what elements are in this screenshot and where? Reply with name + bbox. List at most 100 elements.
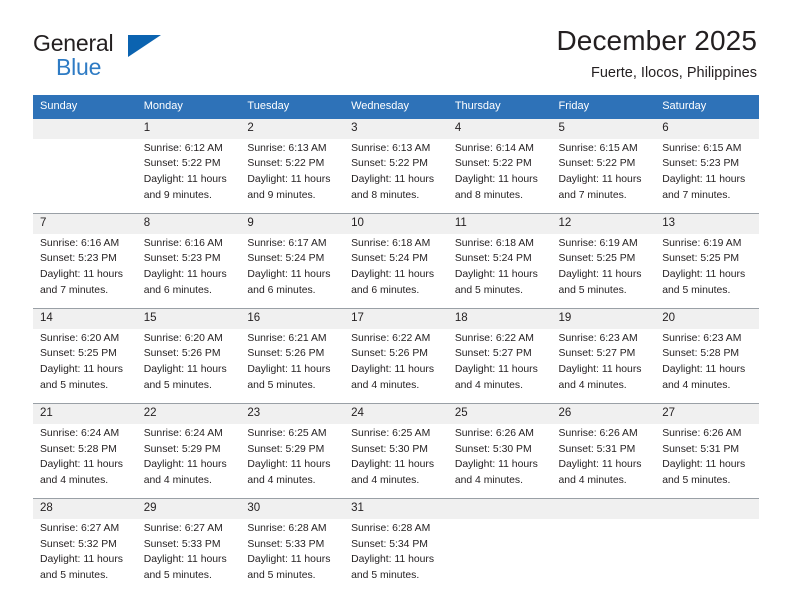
day-info-line: Sunset: 5:33 PM: [143, 538, 221, 550]
day-number[interactable]: 14: [33, 307, 137, 329]
week-detail-row: Sunrise: 6:20 AM Sunset: 5:25 PM Daylight:…: [33, 328, 759, 404]
day-number[interactable]: 26: [551, 402, 656, 424]
day-cell[interactable]: Sunrise: 6:26 AM Sunset: 5:31 PM Daylight:…: [551, 423, 656, 499]
day-cell[interactable]: Sunrise: 6:26 AM Sunset: 5:30 PM Daylight:…: [447, 423, 552, 499]
day-number[interactable]: 27: [655, 402, 759, 424]
day-info-line: Daylight: 11 hours: [351, 459, 435, 471]
day-number[interactable]: 8: [136, 212, 241, 234]
day-number[interactable]: 20: [655, 307, 759, 329]
day-cell[interactable]: Sunrise: 6:20 AM Sunset: 5:25 PM Daylight:…: [33, 328, 137, 404]
day-number[interactable]: 17: [344, 307, 448, 329]
day-number[interactable]: 31: [344, 497, 448, 519]
page-subtitle: Fuerte, Ilocos, Philippines: [590, 64, 757, 81]
day-number[interactable]: 3: [344, 118, 448, 139]
day-number[interactable]: 1: [136, 118, 241, 139]
day-cell[interactable]: Sunrise: 6:13 AM Sunset: 5:22 PM Daylight:…: [344, 138, 448, 214]
day-number[interactable]: 10: [344, 212, 448, 234]
day-info-line: Daylight: 11 hours: [247, 554, 331, 566]
day-info-line: and 4 minutes.: [662, 380, 731, 392]
day-info-line: Sunset: 5:30 PM: [351, 443, 428, 455]
day-number[interactable]: 29: [136, 497, 241, 519]
day-number[interactable]: 9: [240, 212, 345, 234]
day-cell[interactable]: Sunrise: 6:19 AM Sunset: 5:25 PM Daylight:…: [655, 233, 759, 309]
day-cell[interactable]: Sunrise: 6:25 AM Sunset: 5:29 PM Daylight:…: [240, 423, 345, 499]
day-number-empty: [33, 118, 137, 139]
day-cell[interactable]: Sunrise: 6:17 AM Sunset: 5:24 PM Daylight:…: [240, 233, 345, 309]
day-number[interactable]: 25: [447, 402, 552, 424]
day-cell[interactable]: Sunrise: 6:23 AM Sunset: 5:28 PM Daylight:…: [655, 328, 759, 404]
day-info-line: Daylight: 11 hours: [558, 459, 642, 471]
calendar-week: 7 8 9 10 11 12 13 Sunrise: 6:16 AM Sunset: 5:23 …: [33, 212, 759, 309]
day-number[interactable]: 28: [33, 497, 137, 519]
day-cell[interactable]: Sunrise: 6:16 AM Sunset: 5:23 PM Daylight:…: [136, 233, 241, 309]
day-info-line: Daylight: 11 hours: [351, 269, 435, 281]
day-info-line: Sunset: 5:28 PM: [40, 443, 117, 455]
week-detail-row: Sunrise: 6:24 AM Sunset: 5:28 PM Daylight:…: [33, 423, 759, 499]
day-number[interactable]: 13: [655, 212, 759, 234]
day-cell[interactable]: Sunrise: 6:24 AM Sunset: 5:28 PM Daylight:…: [33, 423, 137, 499]
day-number[interactable]: 11: [447, 212, 552, 234]
day-number-empty: [551, 497, 656, 519]
day-cell[interactable]: Sunrise: 6:20 AM Sunset: 5:26 PM Daylight:…: [136, 328, 241, 404]
day-cell[interactable]: Sunrise: 6:14 AM Sunset: 5:22 PM Daylight:…: [447, 138, 552, 214]
day-cell[interactable]: Sunrise: 6:13 AM Sunset: 5:22 PM Daylight:…: [240, 138, 345, 214]
day-number[interactable]: 4: [447, 118, 552, 139]
day-number[interactable]: 6: [655, 118, 759, 139]
day-number[interactable]: 18: [447, 307, 552, 329]
day-info-line: Daylight: 11 hours: [40, 269, 123, 281]
general-blue-logo[interactable]: General Blue: [33, 26, 183, 82]
day-number[interactable]: 19: [551, 307, 656, 329]
day-number[interactable]: 16: [240, 307, 345, 329]
day-number[interactable]: 5: [551, 118, 656, 139]
day-number[interactable]: 12: [551, 212, 656, 234]
day-info-line: Daylight: 11 hours: [351, 364, 435, 376]
day-info-line: and 6 minutes.: [143, 285, 212, 297]
weekday-header-friday: Friday: [551, 95, 656, 119]
day-info-line: Sunset: 5:25 PM: [662, 253, 740, 265]
day-cell[interactable]: Sunrise: 6:21 AM Sunset: 5:26 PM Daylight:…: [240, 328, 345, 404]
day-number[interactable]: 15: [136, 307, 241, 329]
day-info-line: Sunrise: 6:27 AM: [143, 522, 223, 534]
day-info-line: and 5 minutes.: [143, 570, 212, 582]
day-cell[interactable]: Sunrise: 6:27 AM Sunset: 5:33 PM Daylight:…: [136, 518, 241, 593]
weekday-header-monday: Monday: [136, 95, 241, 119]
day-number[interactable]: 2: [240, 118, 345, 139]
day-cell[interactable]: Sunrise: 6:25 AM Sunset: 5:30 PM Daylight:…: [344, 423, 448, 499]
weekday-header-sunday: Sunday: [33, 95, 137, 119]
day-info-line: Daylight: 11 hours: [143, 269, 227, 281]
day-cell[interactable]: Sunrise: 6:23 AM Sunset: 5:27 PM Daylight:…: [551, 328, 656, 404]
day-info-line: Sunrise: 6:26 AM: [558, 427, 638, 439]
day-cell[interactable]: Sunrise: 6:18 AM Sunset: 5:24 PM Daylight:…: [447, 233, 552, 309]
day-number[interactable]: 22: [136, 402, 241, 424]
day-cell[interactable]: Sunrise: 6:27 AM Sunset: 5:32 PM Daylight:…: [33, 518, 137, 593]
day-info-line: Sunset: 5:27 PM: [454, 348, 532, 360]
day-number[interactable]: 7: [33, 212, 137, 234]
day-cell[interactable]: Sunrise: 6:15 AM Sunset: 5:22 PM Daylight:…: [551, 138, 656, 214]
day-number[interactable]: 21: [33, 402, 137, 424]
day-cell[interactable]: Sunrise: 6:18 AM Sunset: 5:24 PM Daylight:…: [344, 233, 448, 309]
day-number[interactable]: 30: [240, 497, 345, 519]
day-cell[interactable]: Sunrise: 6:19 AM Sunset: 5:25 PM Daylight:…: [551, 233, 656, 309]
day-number[interactable]: 23: [240, 402, 345, 424]
day-cell[interactable]: Sunrise: 6:22 AM Sunset: 5:27 PM Daylight:…: [447, 328, 552, 404]
day-cell[interactable]: Sunrise: 6:12 AM Sunset: 5:22 PM Daylight:…: [136, 138, 241, 214]
weekday-header-saturday: Saturday: [655, 95, 759, 119]
day-number-empty: [447, 497, 552, 519]
day-info-line: Sunrise: 6:16 AM: [40, 237, 120, 249]
day-cell[interactable]: Sunrise: 6:28 AM Sunset: 5:33 PM Daylight:…: [240, 518, 345, 593]
day-cell[interactable]: Sunrise: 6:26 AM Sunset: 5:31 PM Daylight:…: [655, 423, 759, 499]
day-cell[interactable]: Sunrise: 6:22 AM Sunset: 5:26 PM Daylight:…: [344, 328, 448, 404]
day-number[interactable]: 24: [344, 402, 448, 424]
weekday-header-tuesday: Tuesday: [240, 95, 345, 119]
day-info-line: Daylight: 11 hours: [143, 459, 227, 471]
day-info-line: Sunrise: 6:24 AM: [40, 427, 120, 439]
day-cell[interactable]: Sunrise: 6:15 AM Sunset: 5:23 PM Daylight:…: [655, 138, 759, 214]
day-cell[interactable]: Sunrise: 6:16 AM Sunset: 5:23 PM Daylight:…: [33, 233, 137, 309]
day-cell[interactable]: Sunrise: 6:24 AM Sunset: 5:29 PM Daylight:…: [136, 423, 241, 499]
day-info-line: Daylight: 11 hours: [351, 554, 435, 566]
day-info-line: and 4 minutes.: [558, 475, 627, 487]
week-detail-row: Sunrise: 6:12 AM Sunset: 5:22 PM Daylight:…: [33, 138, 759, 214]
day-info-line: Sunrise: 6:20 AM: [40, 332, 120, 344]
day-cell[interactable]: Sunrise: 6:28 AM Sunset: 5:34 PM Daylight:…: [344, 518, 448, 593]
day-info-line: and 9 minutes.: [143, 189, 212, 201]
